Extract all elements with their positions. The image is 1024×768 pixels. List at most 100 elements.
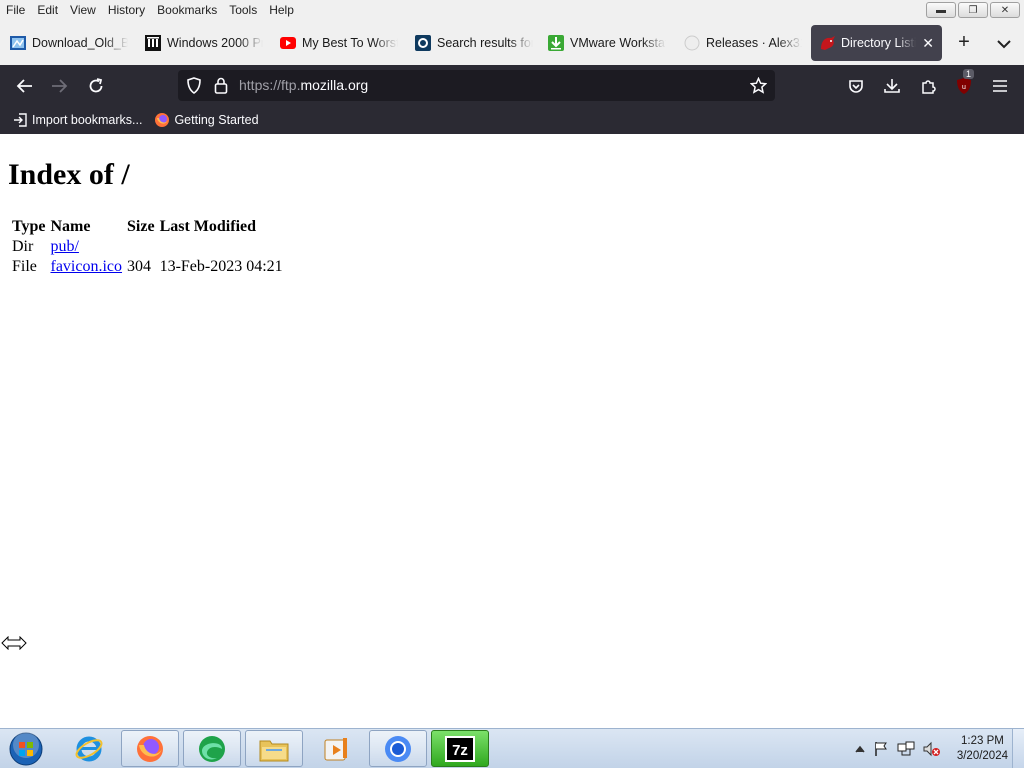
import-bookmarks-link[interactable]: Import bookmarks... xyxy=(12,112,142,128)
menu-tools[interactable]: Tools xyxy=(223,0,263,21)
menu-bookmarks[interactable]: Bookmarks xyxy=(151,0,223,21)
svg-text:u: u xyxy=(962,84,966,91)
network-icon[interactable] xyxy=(897,741,915,757)
entry-link-favicon[interactable]: favicon.ico xyxy=(50,258,122,275)
back-button[interactable] xyxy=(10,72,38,100)
menu-file[interactable]: File xyxy=(0,0,31,21)
import-icon xyxy=(12,112,28,128)
tab-releases[interactable]: Releases · Alex313 xyxy=(684,25,802,61)
chromium-icon xyxy=(385,735,411,762)
pocket-icon xyxy=(849,80,863,93)
shield-icon[interactable] xyxy=(186,77,202,94)
minimize-button[interactable]: ▬ xyxy=(926,2,956,18)
restore-button[interactable]: ❐ xyxy=(958,2,988,18)
taskbar-7zip[interactable]: 7z xyxy=(431,730,489,767)
extension-badge: 1 xyxy=(963,69,975,79)
tab-vmware[interactable]: VMware Workstat xyxy=(548,25,666,61)
show-hidden-icons-arrow-icon[interactable] xyxy=(855,745,865,753)
action-center-flag-icon[interactable] xyxy=(873,741,889,757)
entry-link-pub[interactable]: pub/ xyxy=(50,238,78,255)
taskbar-file-explorer[interactable] xyxy=(245,730,303,767)
reload-icon xyxy=(89,78,103,93)
tab-title: Directory Listin xyxy=(841,36,917,50)
firefox-icon xyxy=(137,735,163,762)
close-tab-icon[interactable]: ✕ xyxy=(922,35,934,52)
internet-explorer-icon xyxy=(75,736,103,761)
taskbar: 7z 1:23 PM 3/20/2024 xyxy=(0,728,1024,768)
pocket-button[interactable] xyxy=(842,72,870,100)
column-name: Name xyxy=(50,218,91,235)
tab-title: Download_Old_B xyxy=(32,36,128,50)
taskbar-firefox[interactable] xyxy=(121,730,179,767)
menu-edit[interactable]: Edit xyxy=(31,0,64,21)
tab-download-old[interactable]: Download_Old_B xyxy=(10,25,128,61)
getting-started-bookmark[interactable]: Getting Started xyxy=(154,112,259,128)
cell-name: pub/ xyxy=(49,238,123,256)
firefox-icon xyxy=(154,112,170,128)
url-bar[interactable]: https://ftp.mozilla.org xyxy=(178,70,775,101)
list-all-tabs-button[interactable] xyxy=(992,33,1016,55)
taskbar-internet-explorer[interactable] xyxy=(60,730,118,767)
clock[interactable]: 1:23 PM 3/20/2024 xyxy=(957,734,1008,764)
back-arrow-icon xyxy=(16,79,32,93)
menu-bar: File Edit View History Bookmarks Tools H… xyxy=(0,0,1024,21)
column-type: Type xyxy=(12,218,46,235)
chevron-down-icon xyxy=(997,40,1011,49)
url-prefix: https://ftp. xyxy=(239,77,301,93)
cell-size xyxy=(126,238,156,256)
7zip-icon: 7z xyxy=(445,735,475,762)
downloads-button[interactable] xyxy=(878,72,906,100)
directory-table: Type Name Size Last Modified Dir pub/ Fi… xyxy=(8,216,287,278)
tab-title: Releases · Alex313 xyxy=(706,36,802,50)
edge-icon xyxy=(199,735,225,762)
tab-directory-listing[interactable]: Directory Listin ✕ xyxy=(811,25,942,61)
table-row: Dir pub/ xyxy=(11,238,284,256)
ublock-origin-icon: u xyxy=(957,78,971,94)
cell-name: favicon.ico xyxy=(49,258,123,276)
file-explorer-icon xyxy=(259,740,289,761)
column-last-modified: Last Modified xyxy=(159,218,257,235)
github-icon xyxy=(684,35,700,51)
tab-my-best-to-worst[interactable]: My Best To Worst xyxy=(280,25,398,61)
volume-muted-icon[interactable] xyxy=(923,741,941,757)
menu-help[interactable]: Help xyxy=(263,0,300,21)
forward-button[interactable] xyxy=(46,72,74,100)
extensions-button[interactable] xyxy=(914,72,942,100)
cell-modified: 13-Feb-2023 04:21 xyxy=(159,258,283,275)
tab-title: Windows 2000 Pr xyxy=(167,36,263,50)
windows-orb-icon xyxy=(9,732,43,766)
show-desktop-button[interactable] xyxy=(1012,729,1024,768)
resize-cursor-icon xyxy=(1,636,27,650)
taskbar-media-player[interactable] xyxy=(307,730,365,767)
star-icon[interactable] xyxy=(750,77,767,94)
clock-date: 3/20/2024 xyxy=(956,750,1008,762)
menu-history[interactable]: History xyxy=(102,0,151,21)
tab-search-results[interactable]: Search results for xyxy=(415,25,533,61)
tab-title: Search results for xyxy=(437,36,533,50)
lock-icon[interactable] xyxy=(214,77,228,94)
url-host: mozilla.org xyxy=(300,77,369,93)
ublock-button[interactable]: u 1 xyxy=(950,69,978,100)
download-icon xyxy=(884,79,900,93)
forward-arrow-icon xyxy=(52,79,68,93)
download-arrow-icon xyxy=(548,35,564,51)
taskbar-edge[interactable] xyxy=(183,730,241,767)
start-button[interactable] xyxy=(4,730,48,768)
close-window-button[interactable]: ✕ xyxy=(990,2,1020,18)
reload-button[interactable] xyxy=(82,72,110,100)
restore-icon: ❐ xyxy=(968,4,978,16)
clock-time: 1:23 PM xyxy=(961,735,1004,747)
taskbar-chromium[interactable] xyxy=(369,730,427,767)
page-title: Index of / xyxy=(8,158,130,191)
tab-strip: Download_Old_B Windows 2000 Pr My Best T… xyxy=(0,21,1024,65)
bookmarks-toolbar: Import bookmarks... Getting Started xyxy=(0,106,1024,134)
window-controls: ▬ ❐ ✕ xyxy=(926,2,1020,18)
cell-type: Dir xyxy=(12,238,34,255)
bookmark-label: Import bookmarks... xyxy=(32,113,143,127)
app-menu-button[interactable] xyxy=(986,72,1014,100)
tab-windows-2000[interactable]: Windows 2000 Pr xyxy=(145,25,263,61)
search-site-icon xyxy=(415,35,431,51)
menu-view[interactable]: View xyxy=(64,0,102,21)
new-tab-button[interactable]: + xyxy=(952,31,976,55)
plus-icon: + xyxy=(958,31,970,53)
